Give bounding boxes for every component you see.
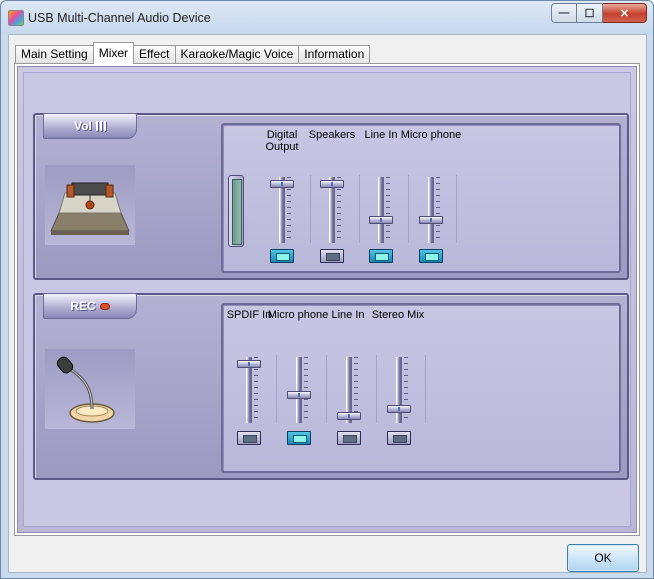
- channel-divider: [276, 355, 277, 423]
- volume-bars-icon: [95, 121, 106, 131]
- volume-group-label: Vol: [43, 113, 137, 139]
- ok-button[interactable]: OK: [567, 544, 639, 572]
- title-bar: USB Multi-Channel Audio Device — ☐ ✕: [1, 1, 653, 34]
- record-label: REC: [70, 299, 96, 313]
- channel-divider: [408, 175, 409, 243]
- mute-toggle-stereo-mix[interactable]: [387, 431, 411, 445]
- mute-toggle-microphone[interactable]: [419, 249, 443, 263]
- mute-toggle-digital-output[interactable]: [270, 249, 294, 263]
- dialog-client: Main Setting Mixer Effect Karaoke/Magic …: [8, 34, 647, 573]
- tab-strip: Main Setting Mixer Effect Karaoke/Magic …: [15, 42, 371, 64]
- channel-divider: [359, 175, 360, 243]
- mixer-skin: Vol Digital Output Speakers Line In Micr…: [17, 66, 637, 533]
- slider-thumb[interactable]: [419, 216, 443, 224]
- mute-toggle-speakers[interactable]: [320, 249, 344, 263]
- slider-thumb[interactable]: [387, 405, 411, 413]
- slider-ticks: [304, 357, 308, 423]
- output-level-meter: [228, 175, 244, 247]
- channel-divider: [425, 355, 426, 423]
- channel-label-microphone: Micro phone: [400, 129, 462, 141]
- mute-toggle-rec-microphone[interactable]: [287, 431, 311, 445]
- record-mixer-panel: SPDIF In Micro phone Line In Stereo Mix: [221, 303, 621, 473]
- tab-main-setting[interactable]: Main Setting: [15, 45, 94, 64]
- slider-thumb[interactable]: [237, 360, 261, 368]
- channel-label-stereo-mix: Stereo Mix: [371, 309, 425, 321]
- window-title: USB Multi-Channel Audio Device: [28, 11, 211, 25]
- slider-thumb[interactable]: [287, 391, 311, 399]
- slider-ticks: [386, 177, 390, 243]
- channel-divider: [310, 175, 311, 243]
- tab-mixer[interactable]: Mixer: [92, 42, 135, 64]
- volume-group: Vol Digital Output Speakers Line In Micr…: [33, 113, 629, 280]
- slider-track: [428, 177, 434, 243]
- microphone-icon: [45, 349, 135, 429]
- mute-toggle-line-in[interactable]: [369, 249, 393, 263]
- tab-information[interactable]: Information: [298, 45, 371, 64]
- maximize-button[interactable]: ☐: [577, 3, 603, 23]
- mixer-tab-panel: Vol Digital Output Speakers Line In Micr…: [14, 63, 640, 536]
- mute-toggle-spdif-in[interactable]: [237, 431, 261, 445]
- slider-thumb[interactable]: [270, 180, 294, 188]
- channel-divider: [456, 175, 457, 243]
- channel-divider: [376, 355, 377, 423]
- amplifier-icon: [45, 165, 135, 245]
- close-button[interactable]: ✕: [603, 3, 647, 23]
- channel-divider: [326, 355, 327, 423]
- tab-karaoke-magic-voice[interactable]: Karaoke/Magic Voice: [174, 45, 300, 64]
- slider-track: [378, 177, 384, 243]
- mute-toggle-rec-line-in[interactable]: [337, 431, 361, 445]
- record-dot-icon: [99, 302, 110, 310]
- volume-label: Vol: [74, 119, 92, 133]
- tab-effect[interactable]: Effect: [133, 45, 176, 64]
- app-icon: [8, 10, 24, 26]
- audio-device-window: USB Multi-Channel Audio Device — ☐ ✕ Mai…: [0, 0, 654, 579]
- record-group: REC SPDIF In Micro phone Line In Stereo …: [33, 293, 629, 480]
- slider-track: [396, 357, 402, 423]
- slider-thumb[interactable]: [320, 180, 344, 188]
- slider-thumb[interactable]: [337, 412, 361, 420]
- mixer-skin-inner: Vol Digital Output Speakers Line In Micr…: [23, 72, 631, 527]
- slider-thumb[interactable]: [369, 216, 393, 224]
- minimize-button[interactable]: —: [551, 3, 577, 23]
- slider-track: [296, 357, 302, 423]
- slider-ticks: [404, 357, 408, 423]
- caption-buttons: — ☐ ✕: [551, 3, 647, 23]
- volume-mixer-panel: Digital Output Speakers Line In Micro ph…: [221, 123, 621, 273]
- record-group-label: REC: [43, 293, 137, 319]
- slider-ticks: [436, 177, 440, 243]
